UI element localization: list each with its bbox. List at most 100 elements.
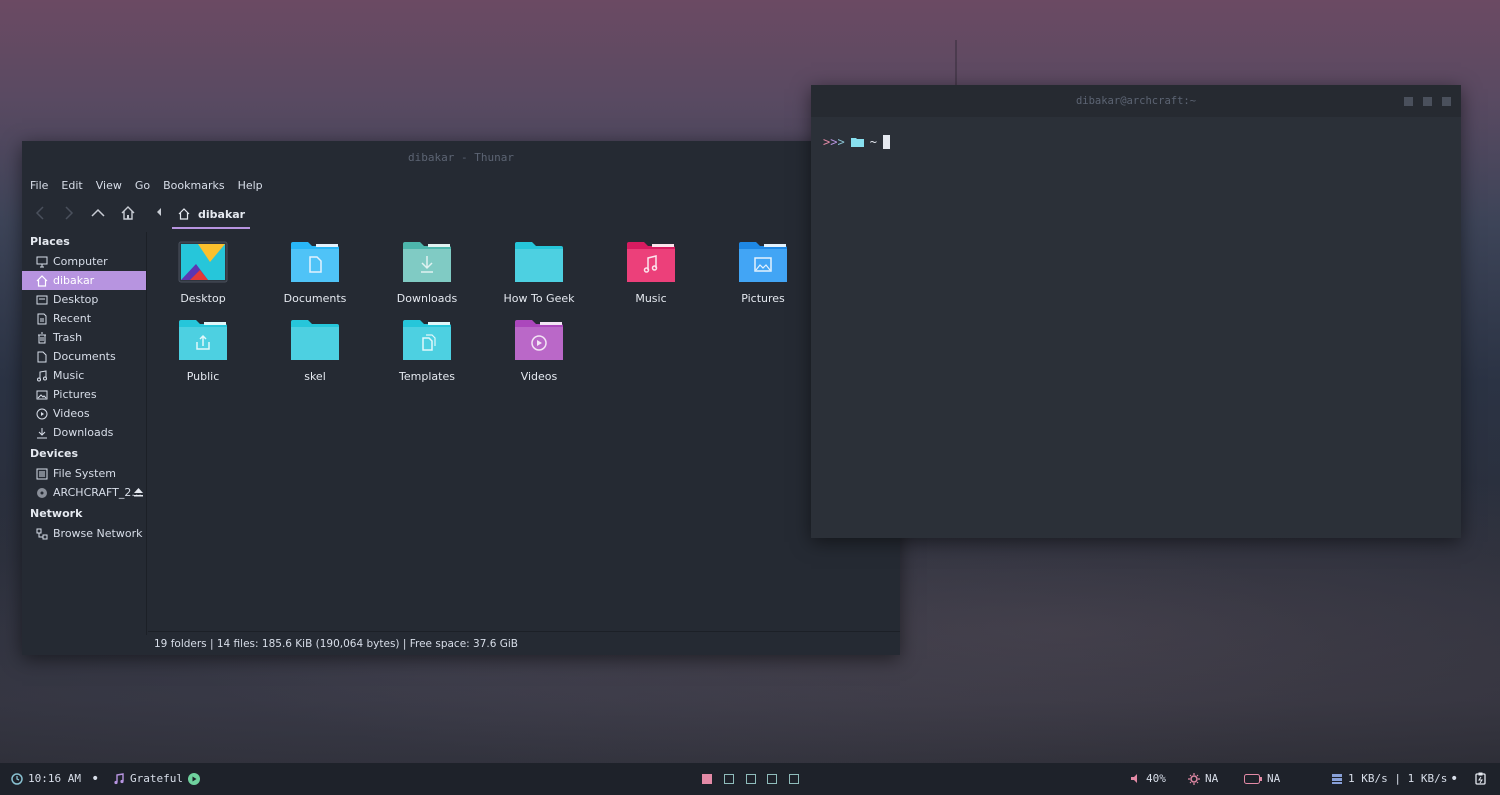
up-icon[interactable] <box>90 205 106 221</box>
play-icon[interactable] <box>187 772 200 785</box>
document-icon <box>37 351 47 362</box>
sidebar-item-desktop[interactable]: Desktop <box>22 290 146 309</box>
pictures-folder-icon <box>738 240 788 284</box>
home-icon[interactable] <box>120 205 136 221</box>
file-item-music[interactable]: Music <box>601 232 701 306</box>
menu-bookmarks[interactable]: Bookmarks <box>163 179 224 192</box>
home-small-icon <box>178 208 190 220</box>
file-item-how-to-geek[interactable]: How To Geek <box>489 232 589 306</box>
recent-icon <box>37 313 47 324</box>
file-item-desktop[interactable]: Desktop <box>153 232 253 306</box>
file-item-skel[interactable]: skel <box>265 310 365 384</box>
file-label: Public <box>186 370 220 383</box>
brightness-value: NA <box>1205 772 1219 785</box>
window-controls <box>1404 97 1451 106</box>
terminal-title: dibakar@archcraft:~ <box>1075 95 1197 107</box>
devices-heading: Devices <box>30 446 79 460</box>
sidebar-item-music[interactable]: Music <box>22 366 146 385</box>
terminal-prompt[interactable]: > > > ~ <box>823 135 890 149</box>
sidebar: Places Computer dibakar Desktop Recent T… <box>22 232 147 635</box>
maximize-button[interactable] <box>1423 97 1432 106</box>
volume-module[interactable]: 40% <box>1130 772 1166 785</box>
sidebar-label: Pictures <box>53 388 97 401</box>
eject-icon[interactable] <box>133 487 144 497</box>
close-button[interactable] <box>1442 97 1451 106</box>
separator-dot: • <box>91 771 100 787</box>
templates-folder-icon <box>402 318 452 362</box>
network-module[interactable]: 1 KB/s | 1 KB/s <box>1331 772 1447 785</box>
clock-icon <box>11 772 23 785</box>
music-note-icon <box>114 772 124 784</box>
file-manager-window[interactable]: dibakar - Thunar File Edit View Go Bookm… <box>22 141 900 655</box>
toolbar: dibakar <box>22 197 900 229</box>
folder-icon <box>290 318 340 362</box>
battery-icon <box>1244 773 1262 784</box>
minimize-button[interactable] <box>1404 97 1413 106</box>
music-note-icon <box>37 369 47 381</box>
download-icon <box>37 427 47 438</box>
status-bar: 19 folders | 14 files: 185.6 KiB (190,06… <box>148 631 900 655</box>
sidebar-item-recent[interactable]: Recent <box>22 309 146 328</box>
desktop-folder-icon <box>178 240 228 284</box>
file-label: Desktop <box>180 292 226 305</box>
terminal-cursor <box>882 135 890 149</box>
forward-icon[interactable] <box>61 205 77 221</box>
sidebar-item-trash[interactable]: Trash <box>22 328 146 347</box>
places-heading: Places <box>30 234 70 248</box>
sidebar-item-documents[interactable]: Documents <box>22 347 146 366</box>
workspace-2[interactable] <box>724 774 734 784</box>
sidebar-label: Videos <box>53 407 90 420</box>
workspace-5[interactable] <box>789 774 799 784</box>
sidebar-label: dibakar <box>53 274 95 287</box>
sidebar-label: Desktop <box>53 293 99 306</box>
file-item-pictures[interactable]: Pictures <box>713 232 813 306</box>
volume-icon <box>1131 774 1137 783</box>
clock-time: 10:16 AM <box>28 772 81 785</box>
status-panel: 10:16 AM • Grateful 40% NA NA 1 KB/s | 1… <box>0 763 1500 795</box>
sidebar-item-downloads[interactable]: Downloads <box>22 423 146 442</box>
menu-go[interactable]: Go <box>135 179 150 192</box>
battery-value: NA <box>1267 772 1281 785</box>
menu-help[interactable]: Help <box>238 179 263 192</box>
file-view[interactable]: Desktop Documents Downloads How To Geek … <box>148 232 900 633</box>
file-item-public[interactable]: Public <box>153 310 253 384</box>
battery-module[interactable]: NA <box>1244 772 1280 785</box>
sidebar-item-videos[interactable]: Videos <box>22 404 146 423</box>
workspace-4[interactable] <box>767 774 777 784</box>
breadcrumb-label: dibakar <box>198 207 246 221</box>
menu-file[interactable]: File <box>30 179 48 192</box>
network-icon <box>36 528 48 539</box>
workspace-3[interactable] <box>746 774 756 784</box>
sidebar-label: Recent <box>53 312 92 325</box>
sidebar-item-archcraft[interactable]: ARCHCRAFT_2... <box>22 483 146 502</box>
file-item-downloads[interactable]: Downloads <box>377 232 477 306</box>
play-circle-icon <box>36 408 48 419</box>
file-label: Documents <box>283 292 347 305</box>
file-label: How To Geek <box>503 292 575 305</box>
prompt-cwd: ~ <box>869 135 877 149</box>
brightness-module[interactable]: NA <box>1188 772 1218 785</box>
sidebar-item-pictures[interactable]: Pictures <box>22 385 146 404</box>
sidebar-item-computer[interactable]: Computer <box>22 252 146 271</box>
network-heading: Network <box>30 506 83 520</box>
workspace-1[interactable] <box>702 774 712 784</box>
sidebar-item-file-system[interactable]: File System <box>22 464 146 483</box>
power-module[interactable] <box>1475 772 1486 785</box>
clock-module[interactable]: 10:16 AM <box>11 772 81 785</box>
music-module[interactable]: Grateful <box>113 772 200 785</box>
file-item-videos[interactable]: Videos <box>489 310 589 384</box>
breadcrumb[interactable]: dibakar <box>172 201 250 229</box>
file-label: Videos <box>520 370 558 383</box>
breadcrumb-scroll-left-icon[interactable] <box>156 207 162 220</box>
menu-edit[interactable]: Edit <box>61 179 82 192</box>
file-label: Music <box>635 292 667 305</box>
sidebar-item-browse-network[interactable]: Browse Network <box>22 524 146 543</box>
computer-icon <box>36 256 48 267</box>
back-icon[interactable] <box>32 205 48 221</box>
file-item-documents[interactable]: Documents <box>265 232 365 306</box>
sidebar-item-dibakar[interactable]: dibakar <box>22 271 146 290</box>
picture-icon <box>36 390 48 399</box>
file-item-templates[interactable]: Templates <box>377 310 477 384</box>
menu-view[interactable]: View <box>96 179 122 192</box>
terminal-window[interactable]: dibakar@archcraft:~ > > > ~ <box>811 85 1461 538</box>
